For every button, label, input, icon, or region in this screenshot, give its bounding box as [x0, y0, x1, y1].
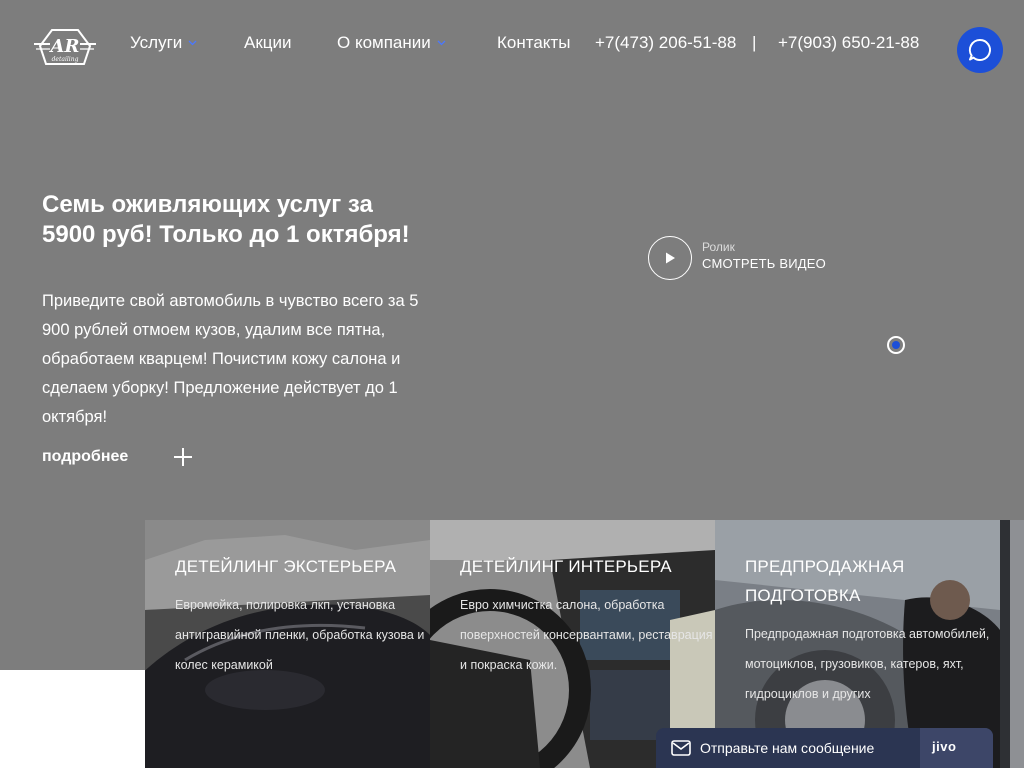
jivo-brand: jivo [920, 728, 993, 768]
nav-item-label: Акции [244, 33, 292, 52]
chat-bubble-icon [968, 38, 991, 61]
plus-icon[interactable] [172, 446, 194, 468]
card-description: Предпродажная подготовка автомобилей, мо… [745, 627, 990, 701]
phone-link-2[interactable]: +7(903) 650-21-88 [778, 32, 919, 54]
service-card-partial[interactable] [1000, 520, 1024, 768]
nav-item-about[interactable]: О компании [337, 32, 446, 54]
video-caption: Ролик [702, 240, 735, 254]
chevron-down-icon [188, 40, 197, 46]
envelope-icon [671, 740, 691, 756]
service-card-exterior[interactable]: ДЕТЕЙЛИНГ ЭКСТЕРЬЕРА Евромойка, полировк… [145, 520, 430, 768]
chat-button[interactable] [957, 27, 1003, 73]
nav-item-services[interactable]: Услуги [130, 32, 197, 54]
logo-letters: AR [49, 36, 80, 57]
play-icon [666, 252, 675, 264]
message-widget[interactable]: Отправьте нам сообщение jivo [656, 728, 993, 768]
chevron-down-icon [437, 40, 446, 46]
card-description: Евромойка, полировка лкп, установка анти… [175, 598, 425, 672]
message-widget-label: Отправьте нам сообщение [700, 740, 875, 756]
card-title: ДЕТЕЙЛИНГ ЭКСТЕРЬЕРА [175, 557, 397, 576]
more-link[interactable]: подробнее [42, 446, 128, 468]
nav-item-contacts[interactable]: Контакты [497, 32, 570, 54]
nav-item-label: Услуги [130, 33, 183, 52]
jivo-logo-text: jivo [932, 739, 957, 754]
card-title: ДЕТЕЙЛИНГ ИНТЕРЬЕРА [460, 557, 672, 576]
slider-dot-active[interactable] [887, 336, 905, 354]
hero-title: Семь оживляющих услуг за 5900 руб! Тольк… [42, 191, 410, 248]
card-description: Евро химчистка салона, обработка поверхн… [460, 598, 713, 672]
logo-tagline: detailing [52, 56, 79, 63]
card-image-partial [1000, 520, 1024, 768]
watch-video-link[interactable]: СМОТРЕТЬ ВИДЕО [702, 256, 826, 271]
play-button[interactable] [648, 236, 692, 280]
nav-item-promotions[interactable]: Акции [244, 32, 292, 54]
nav-item-label: Контакты [497, 33, 571, 52]
card-title: ПРЕДПРОДАЖНАЯ ПОДГОТОВКА [745, 557, 905, 605]
phone-separator: | [752, 33, 757, 52]
nav-item-label: О компании [337, 33, 431, 52]
phone-link-1[interactable]: +7(473) 206-51-88 [595, 32, 736, 54]
brand-logo[interactable]: AR detailing [32, 24, 98, 72]
watch-video-block[interactable]: Ролик СМОТРЕТЬ ВИДЕО [648, 236, 848, 280]
hero-description: Приведите свой автомобиль в чувство всег… [42, 292, 419, 426]
